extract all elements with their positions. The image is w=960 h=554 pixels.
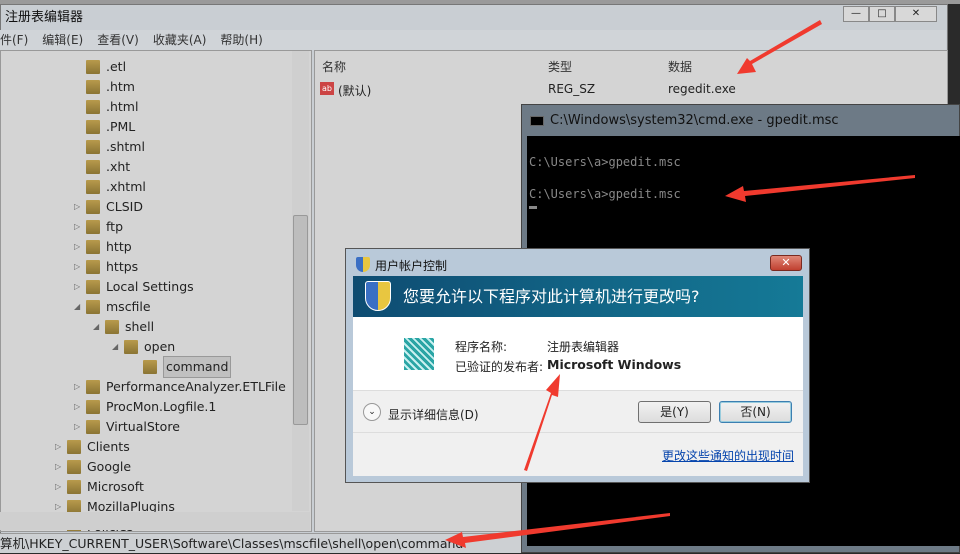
annotation-arrow <box>725 175 915 202</box>
annotation-arrow <box>524 374 560 471</box>
annotation-arrow <box>445 513 670 548</box>
annotation-arrow <box>737 20 822 74</box>
annotation-arrows <box>445 20 915 548</box>
